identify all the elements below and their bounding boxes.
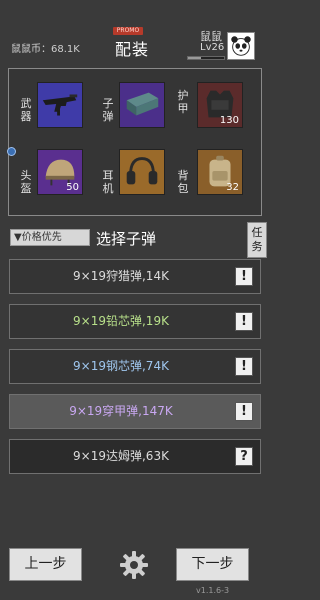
currency-display: 鼠鼠币：68.1K: [11, 44, 80, 55]
ammo-info-button[interactable]: !: [235, 402, 253, 421]
slot-count: 32: [226, 182, 239, 193]
slot-weapon[interactable]: [37, 82, 83, 128]
side-indicator[interactable]: [7, 147, 16, 156]
slot-label-headset: 耳机: [102, 169, 114, 195]
ammo-option-armor-piercing[interactable]: 9×19穿甲弹,147K !: [9, 394, 261, 429]
panda-icon: [231, 36, 251, 56]
player-level: Lv26: [200, 42, 225, 53]
slot-label-helmet: 头盔: [20, 169, 32, 195]
ammo-option-steel-core[interactable]: 9×19钢芯弹,74K !: [9, 349, 261, 384]
ammo-info-button[interactable]: !: [235, 312, 253, 331]
section-title: 选择子弹: [96, 230, 157, 248]
page-title: 配装: [115, 40, 150, 59]
ammo-option-dum-dum[interactable]: 9×19达姆弹,63K ?: [9, 439, 261, 474]
ammo-info-button[interactable]: !: [235, 267, 253, 286]
avatar[interactable]: [227, 32, 255, 60]
ammo-info-button[interactable]: ?: [235, 447, 253, 466]
page-title-group: PROMO 配装: [109, 27, 161, 59]
slot-backpack[interactable]: 32: [197, 149, 243, 195]
ammo-box-icon: [126, 92, 159, 116]
ammo-option-label: 9×19达姆弹,63K: [73, 449, 169, 463]
next-step-button[interactable]: 下一步: [176, 548, 249, 581]
previous-step-button[interactable]: 上一步: [9, 548, 82, 581]
slot-ammo[interactable]: [119, 82, 165, 128]
slot-label-weapon: 武器: [20, 97, 32, 123]
slot-label-armor: 护甲: [177, 89, 189, 115]
ammo-option-lead-core[interactable]: 9×19铅芯弹,19K !: [9, 304, 261, 339]
ammo-option-label: 9×19铅芯弹,19K: [73, 314, 169, 328]
ammo-option-label: 9×19狩猎弹,14K: [73, 269, 169, 283]
settings-button[interactable]: [118, 549, 150, 581]
slot-label-ammo: 子弹: [102, 97, 114, 123]
slot-count: 50: [66, 182, 79, 193]
slot-armor[interactable]: 130: [197, 82, 243, 128]
xp-bar: [187, 56, 225, 60]
equipment-panel: 武器 子弹 护甲 130 头盔 50 耳机 背包 32: [7, 68, 262, 216]
ammo-option-hunting[interactable]: 9×19狩猎弹,14K !: [9, 259, 261, 294]
slot-count: 130: [219, 115, 239, 126]
slot-label-backpack: 背包: [177, 169, 189, 195]
version-label: v1.1.6-3: [196, 586, 230, 595]
gear-icon: [120, 551, 148, 579]
ammo-option-label: 9×19穿甲弹,147K: [69, 404, 173, 418]
title-badge: PROMO: [113, 27, 143, 35]
sort-by-price-button[interactable]: ▼价格优先: [10, 229, 90, 246]
loadout-screen: 鼠鼠币：68.1K PROMO 配装 鼠鼠 Lv26 武器 子弹 护甲 130 …: [0, 0, 270, 600]
task-button[interactable]: 任务: [247, 222, 267, 258]
ammo-option-label: 9×19钢芯弹,74K: [73, 359, 169, 373]
headset-icon: [126, 157, 158, 185]
ammo-info-button[interactable]: !: [235, 357, 253, 376]
slot-headset[interactable]: [119, 149, 165, 195]
rifle-icon: [42, 94, 78, 116]
xp-bar-fill: [188, 57, 201, 59]
slot-helmet[interactable]: 50: [37, 149, 83, 195]
